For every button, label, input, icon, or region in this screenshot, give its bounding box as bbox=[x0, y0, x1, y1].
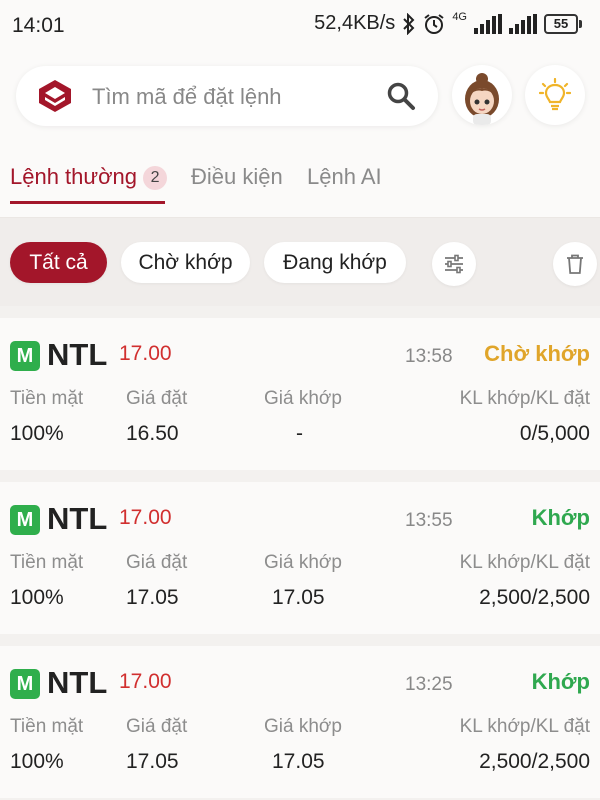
order-price-value: 17.05 bbox=[126, 586, 179, 609]
status-time: 14:01 bbox=[12, 14, 65, 37]
tab-label: Lệnh thường bbox=[10, 164, 138, 189]
reference-price: 17.00 bbox=[119, 506, 172, 529]
order-time: 13:58 bbox=[405, 346, 453, 367]
filter-settings-icon bbox=[445, 254, 463, 274]
signal-icon bbox=[474, 13, 502, 34]
order-status: Khớp bbox=[531, 505, 590, 530]
reference-price: 17.00 bbox=[119, 670, 172, 693]
filter-all-chip[interactable]: Tất cả bbox=[10, 242, 107, 283]
network-type: 4G bbox=[452, 10, 467, 23]
avatar[interactable] bbox=[452, 65, 512, 125]
order-status: Khớp bbox=[531, 669, 590, 694]
market-badge: M bbox=[10, 341, 40, 371]
match-price-label: Giá khớp bbox=[264, 388, 342, 409]
tab-regular-orders[interactable]: Lệnh thường 2 bbox=[10, 164, 168, 190]
order-time: 13:25 bbox=[405, 674, 453, 695]
cash-label: Tiền mặt bbox=[10, 388, 84, 409]
order-card[interactable]: M NTL 17.00 13:55 Khớp Tiền mặt Giá đặt … bbox=[0, 482, 600, 634]
battery-icon: 55 bbox=[544, 13, 582, 34]
top-bar: Tìm mã để đặt lệnh bbox=[0, 52, 600, 142]
battery-level: 55 bbox=[544, 13, 578, 34]
volume-label: KL khớp/KL đặt bbox=[459, 388, 590, 409]
search-input[interactable]: Tìm mã để đặt lệnh bbox=[92, 84, 282, 110]
active-tab-indicator bbox=[10, 201, 165, 204]
tab-count-badge: 2 bbox=[143, 166, 168, 190]
lightbulb-icon bbox=[539, 78, 571, 111]
cash-label: Tiền mặt bbox=[10, 552, 84, 573]
cash-value: 100% bbox=[10, 422, 64, 445]
volume-value: 0/5,000 bbox=[519, 422, 590, 445]
volume-label: KL khớp/KL đặt bbox=[459, 716, 590, 737]
volume-value: 2,500/2,500 bbox=[479, 586, 590, 609]
filter-pending-chip[interactable]: Chờ khớp bbox=[121, 242, 250, 283]
order-price-label: Giá đặt bbox=[126, 716, 188, 737]
stock-symbol: NTL bbox=[47, 665, 108, 700]
tab-conditional-orders[interactable]: Điều kiện bbox=[191, 164, 283, 190]
stock-symbol: NTL bbox=[47, 501, 108, 536]
order-card[interactable]: M NTL 17.00 13:25 Khớp Tiền mặt Giá đặt … bbox=[0, 646, 600, 798]
market-badge: M bbox=[10, 505, 40, 535]
search-icon[interactable] bbox=[386, 81, 416, 111]
cash-value: 100% bbox=[10, 586, 64, 609]
filter-bar: Tất cả Chờ khớp Đang khớp bbox=[0, 218, 600, 306]
match-price-value: 17.05 bbox=[272, 586, 325, 609]
logo-icon bbox=[39, 80, 71, 112]
status-icons: 52,4KB/s 4G 55 bbox=[314, 10, 582, 35]
lightbulb-button[interactable] bbox=[525, 65, 585, 125]
status-bar: 14:01 52,4KB/s 4G 55 bbox=[0, 0, 600, 52]
match-price-label: Giá khớp bbox=[264, 552, 342, 573]
search-bar[interactable]: Tìm mã để đặt lệnh bbox=[16, 66, 438, 126]
network-speed: 52,4KB/s bbox=[314, 12, 396, 34]
cash-value: 100% bbox=[10, 750, 64, 773]
bluetooth-icon bbox=[403, 12, 415, 35]
market-badge: M bbox=[10, 669, 40, 699]
cash-label: Tiền mặt bbox=[10, 716, 84, 737]
order-price-value: 16.50 bbox=[126, 422, 179, 445]
reference-price: 17.00 bbox=[119, 342, 172, 365]
order-type-tabs: Lệnh thường 2 Điều kiện Lệnh AI bbox=[0, 142, 600, 218]
signal-icon-2 bbox=[509, 13, 537, 34]
match-price-value: 17.05 bbox=[272, 750, 325, 773]
alarm-icon bbox=[424, 13, 444, 34]
trash-icon bbox=[567, 254, 583, 274]
order-price-value: 17.05 bbox=[126, 750, 179, 773]
volume-value: 2,500/2,500 bbox=[479, 750, 590, 773]
match-price-value: - bbox=[296, 422, 303, 445]
stock-symbol: NTL bbox=[47, 337, 108, 372]
delete-button[interactable] bbox=[553, 242, 597, 286]
order-price-label: Giá đặt bbox=[126, 552, 188, 573]
volume-label: KL khớp/KL đặt bbox=[459, 552, 590, 573]
order-card[interactable]: M NTL 17.00 13:58 Chờ khớp Tiền mặt Giá … bbox=[0, 318, 600, 470]
filter-matching-chip[interactable]: Đang khớp bbox=[264, 242, 406, 283]
avatar-illustration bbox=[465, 73, 499, 125]
battery-tip bbox=[579, 19, 582, 28]
order-time: 13:55 bbox=[405, 510, 453, 531]
tab-ai-orders[interactable]: Lệnh AI bbox=[307, 164, 382, 190]
match-price-label: Giá khớp bbox=[264, 716, 342, 737]
order-status: Chờ khớp bbox=[484, 341, 590, 366]
order-price-label: Giá đặt bbox=[126, 388, 188, 409]
filter-settings-button[interactable] bbox=[432, 242, 476, 286]
